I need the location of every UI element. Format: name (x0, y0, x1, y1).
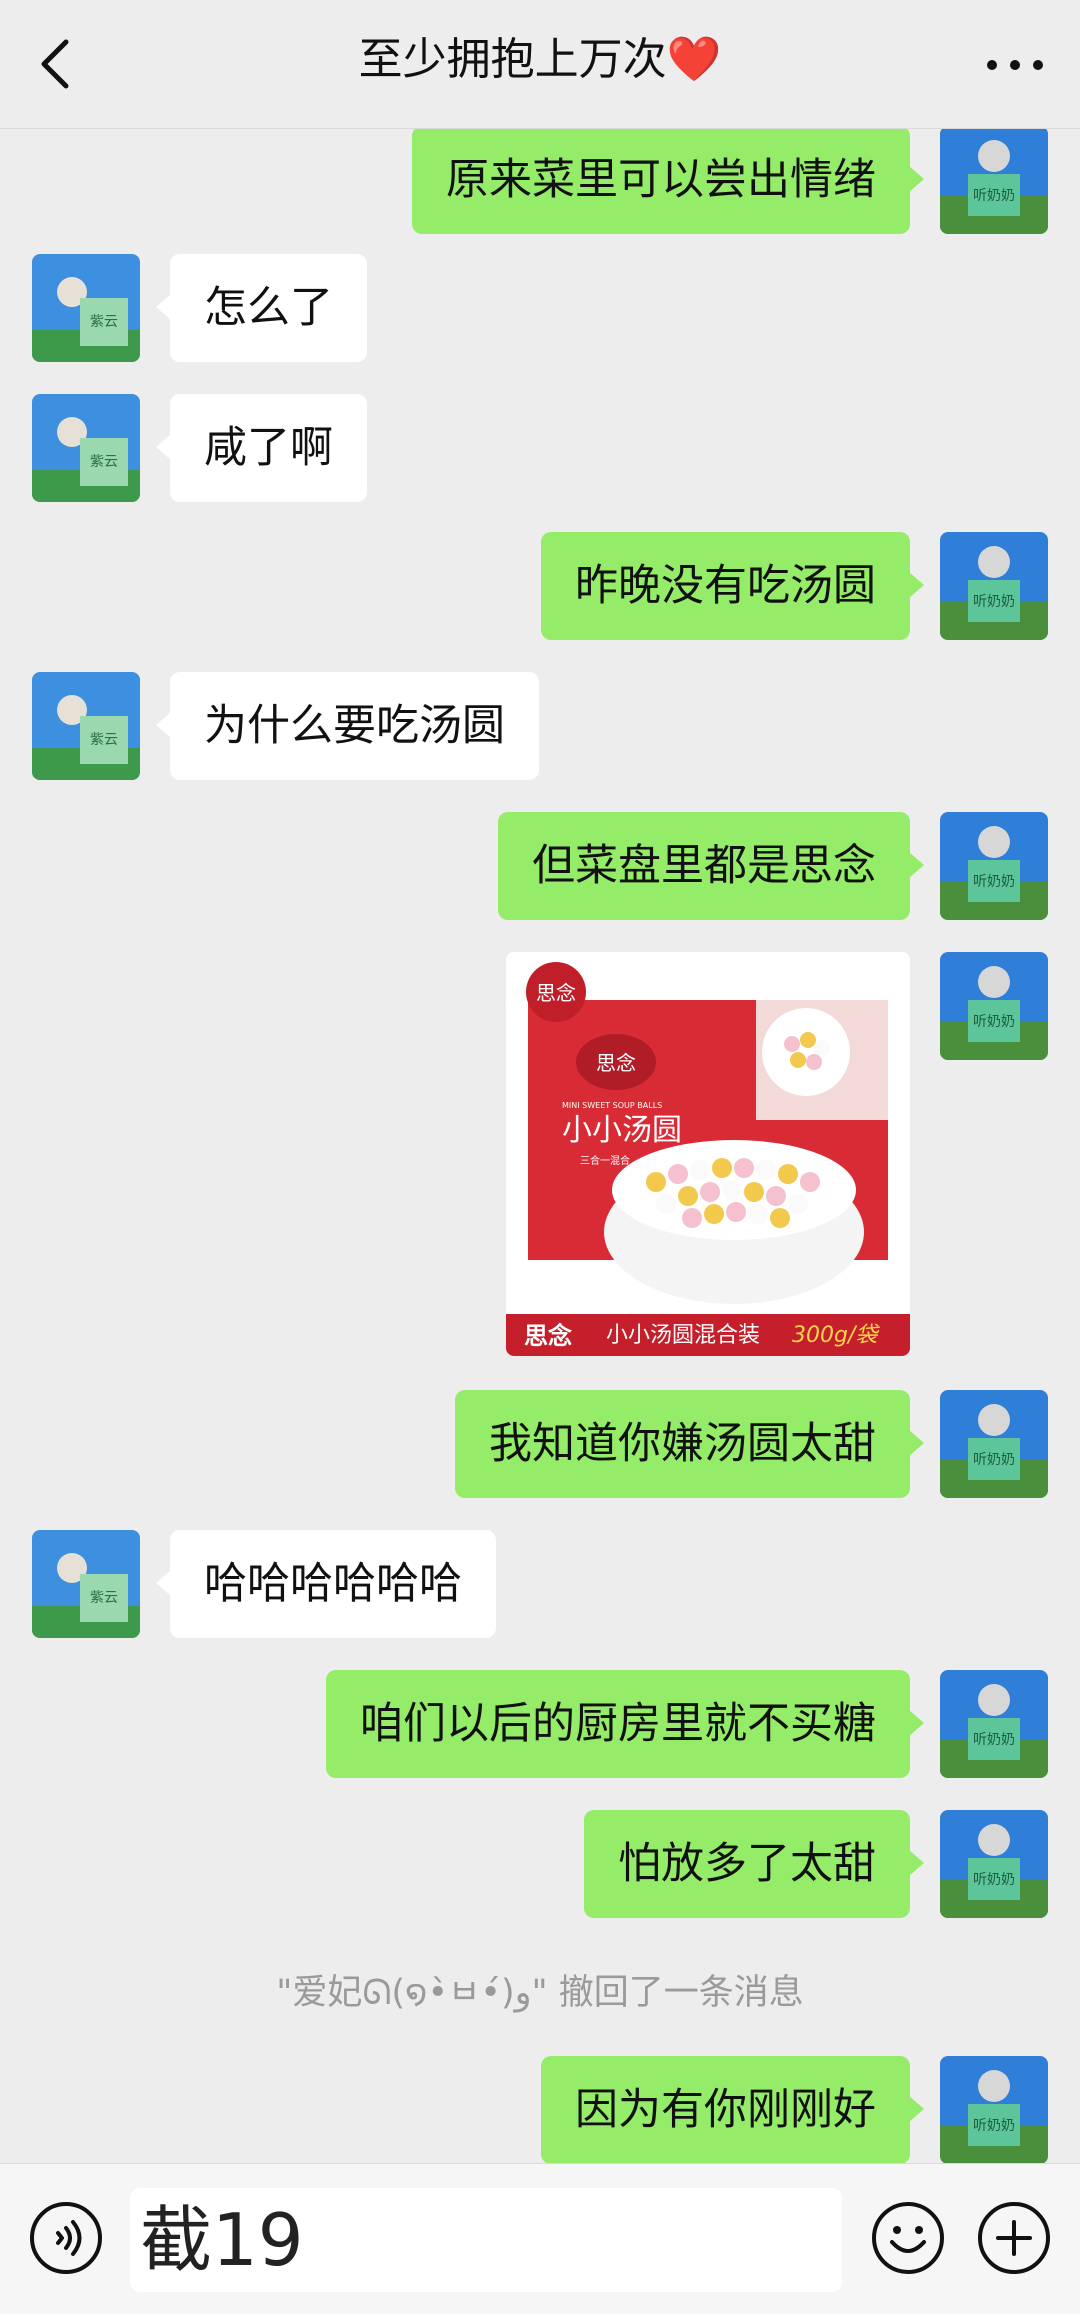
message-bubble[interactable]: 因为有你刚刚好 (541, 2056, 924, 2164)
package-brand: 思念 (596, 1051, 636, 1075)
message-bubble[interactable]: 我知道你嫌汤圆太甜 (455, 1390, 924, 1498)
message-bubble[interactable]: 怎么了 (156, 254, 367, 362)
chat-title: 至少拥抱上万次❤️ (358, 34, 722, 85)
caption-weight: 300g/袋 (792, 1323, 880, 1348)
svg-text:紫云: 紫云 (90, 314, 118, 330)
svg-text:听奶奶: 听奶奶 (973, 1732, 1015, 1748)
contact-avatar[interactable]: 紫云 (32, 254, 140, 362)
message-bubble[interactable]: 咱们以后的厨房里就不买糖 (326, 1670, 924, 1778)
input-bar: 截19 (0, 2163, 1080, 2314)
message-bubble[interactable]: 哈哈哈哈哈哈 (156, 1530, 496, 1638)
my-avatar[interactable]: 听奶奶 (940, 812, 1048, 920)
message-row: 怕放多了太甜 听奶奶 (0, 1810, 1080, 1918)
message-row: 紫云 为什么要吃汤圆 (0, 672, 1080, 780)
message-row: 原来菜里可以尝出情绪 听奶奶 (0, 128, 1080, 236)
emoji-icon[interactable] (870, 2200, 946, 2276)
package-note: 三合一混合 (580, 1154, 630, 1167)
svg-text:听奶奶: 听奶奶 (973, 874, 1015, 890)
message-bubble[interactable]: 昨晚没有吃汤圆 (541, 532, 924, 640)
more-dots-icon[interactable] (980, 40, 1050, 90)
package-product-name: 小小汤圆 (562, 1113, 682, 1148)
chat-header: 至少拥抱上万次❤️ (0, 0, 1080, 129)
message-list[interactable]: 原来菜里可以尝出情绪 听奶奶 紫云 怎么了 紫云 咸了啊 昨晚没有吃汤圆 听奶奶… (0, 128, 1080, 2164)
caption-brand: 思念 (524, 1322, 572, 1350)
message-row: 紫云 哈哈哈哈哈哈 (0, 1530, 1080, 1638)
my-avatar[interactable]: 听奶奶 (940, 1390, 1048, 1498)
message-bubble[interactable]: 怕放多了太甜 (584, 1810, 924, 1918)
message-row: 思念 思念 MINI SWEET SOUP BALLS 小小汤圆 三合一混合 思… (0, 952, 1080, 1356)
contact-avatar[interactable]: 紫云 (32, 394, 140, 502)
svg-text:听奶奶: 听奶奶 (973, 594, 1015, 610)
message-bubble[interactable]: 为什么要吃汤圆 (156, 672, 539, 780)
svg-text:紫云: 紫云 (90, 454, 118, 470)
message-bubble[interactable]: 但菜盘里都是思念 (498, 812, 924, 920)
package-brand-logo: 思念 (536, 981, 576, 1005)
voice-icon[interactable] (28, 2200, 104, 2276)
product-image-message[interactable]: 思念 思念 MINI SWEET SOUP BALLS 小小汤圆 三合一混合 思… (506, 952, 910, 1356)
recall-notice: "爱妃ᘏ(໑•̀ㅂ•́)و" 撤回了一条消息 (276, 1973, 804, 2013)
message-row: 因为有你刚刚好 听奶奶 (0, 2056, 1080, 2164)
message-row: 昨晚没有吃汤圆 听奶奶 (0, 532, 1080, 640)
message-row: 咱们以后的厨房里就不买糖 听奶奶 (0, 1670, 1080, 1778)
message-input[interactable]: 截19 (130, 2188, 842, 2292)
message-row: 但菜盘里都是思念 听奶奶 (0, 812, 1080, 920)
message-row: 紫云 咸了啊 (0, 394, 1080, 502)
caption-product: 小小汤圆混合装 (606, 1323, 760, 1348)
svg-text:紫云: 紫云 (90, 732, 118, 748)
package-subtitle: MINI SWEET SOUP BALLS (562, 1101, 662, 1110)
svg-text:紫云: 紫云 (90, 1590, 118, 1606)
my-avatar[interactable]: 听奶奶 (940, 2056, 1048, 2164)
my-avatar[interactable]: 听奶奶 (940, 1670, 1048, 1778)
plus-icon[interactable] (976, 2200, 1052, 2276)
svg-text:听奶奶: 听奶奶 (973, 1872, 1015, 1888)
my-avatar[interactable]: 听奶奶 (940, 1810, 1048, 1918)
my-avatar[interactable]: 听奶奶 (940, 128, 1048, 234)
my-avatar[interactable]: 听奶奶 (940, 952, 1048, 1060)
contact-avatar[interactable]: 紫云 (32, 672, 140, 780)
message-row: 我知道你嫌汤圆太甜 听奶奶 (0, 1390, 1080, 1498)
message-bubble[interactable]: 咸了啊 (156, 394, 367, 502)
svg-text:听奶奶: 听奶奶 (973, 188, 1015, 204)
message-bubble[interactable]: 原来菜里可以尝出情绪 (412, 128, 924, 234)
contact-avatar[interactable]: 紫云 (32, 1530, 140, 1638)
message-row: 紫云 怎么了 (0, 254, 1080, 362)
my-avatar[interactable]: 听奶奶 (940, 532, 1048, 640)
svg-text:听奶奶: 听奶奶 (973, 1014, 1015, 1030)
svg-text:听奶奶: 听奶奶 (973, 2118, 1015, 2134)
svg-text:听奶奶: 听奶奶 (973, 1452, 1015, 1468)
